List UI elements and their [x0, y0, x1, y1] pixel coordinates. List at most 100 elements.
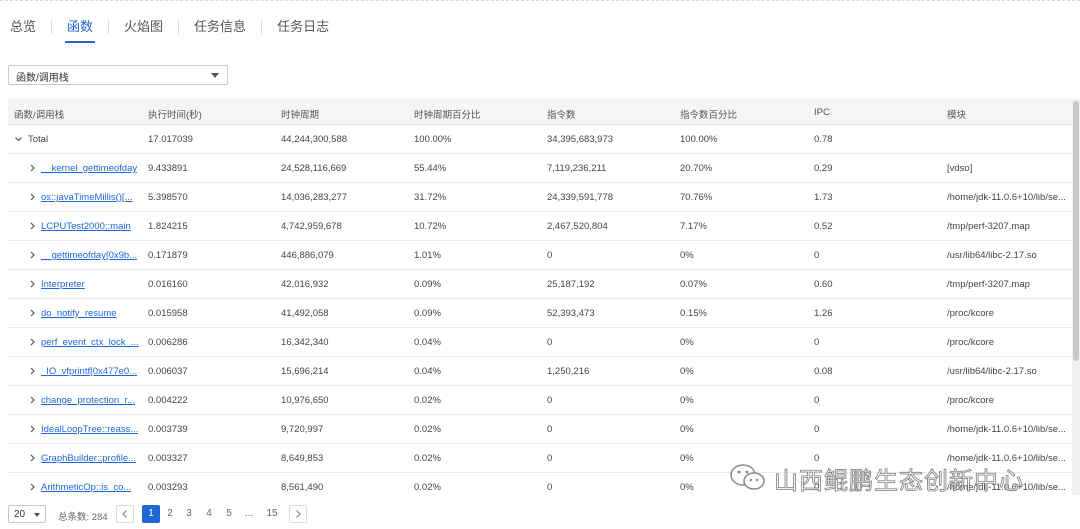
- cell-instructions: 52,393,473: [547, 308, 595, 319]
- cell-function[interactable]: perf_event_ctx_lock_...: [41, 337, 139, 348]
- tab-task-info[interactable]: 任务信息: [192, 17, 248, 41]
- expand-chevron-icon[interactable]: [28, 191, 38, 203]
- table-row[interactable]: perf_event_ctx_lock_... 0.006286 16,342,34…: [8, 328, 1072, 357]
- chevron-right-icon: [296, 510, 301, 518]
- col-header-ipc[interactable]: IPC: [814, 107, 830, 118]
- col-header-cycles-pct[interactable]: 时钟周期百分比: [414, 107, 481, 121]
- page-size-select[interactable]: 20: [8, 505, 46, 523]
- cell-module: /home/jdk-11.0.6+10/lib/se...: [947, 424, 1066, 435]
- expand-chevron-icon[interactable]: [28, 394, 38, 406]
- tab-overview[interactable]: 总览: [8, 17, 38, 41]
- cell-function[interactable]: os::javaTimeMillis()[...: [41, 192, 133, 203]
- cell-module: /proc/kcore: [947, 337, 994, 348]
- table-row-total[interactable]: Total 17.017039 44,244,300,588 100.00% 3…: [8, 125, 1072, 154]
- cell-function[interactable]: ArithmeticOp::is_co...: [41, 482, 131, 493]
- next-page-button[interactable]: [289, 505, 307, 523]
- table-row[interactable]: _IO_vfprintf[0x477e0... 0.006037 15,696,21…: [8, 357, 1072, 386]
- page-ellipsis[interactable]: ...: [240, 505, 258, 523]
- table-row[interactable]: __kernel_gettimeofday 9.433891 24,528,116,…: [8, 154, 1072, 183]
- chevron-down-icon: [34, 513, 40, 517]
- page-1-button[interactable]: 1: [142, 505, 160, 523]
- cell-module: [vdso]: [947, 163, 973, 174]
- cell-instr-pct: 0%: [680, 366, 694, 377]
- function-table: 函数/调用栈 执行时间(秒) 时钟周期 时钟周期百分比 指令数 指令数百分比 I…: [8, 99, 1072, 495]
- view-select[interactable]: 函数/调用栈: [8, 65, 228, 85]
- cell-function[interactable]: __kernel_gettimeofday: [41, 163, 137, 174]
- expand-chevron-icon[interactable]: [28, 423, 38, 435]
- cell-cycles-pct: 1.01%: [414, 250, 441, 261]
- col-header-module[interactable]: 模块: [947, 107, 966, 121]
- cell-exec-time: 1.824215: [148, 221, 188, 232]
- cell-cycles-pct: 0.09%: [414, 279, 441, 290]
- cell-function[interactable]: IdealLoopTree::reass...: [41, 424, 138, 435]
- expand-chevron-icon[interactable]: [28, 452, 38, 464]
- table-row[interactable]: IdealLoopTree::reass... 0.003739 9,720,997…: [8, 415, 1072, 444]
- cell-instr-pct: 0%: [680, 424, 694, 435]
- cell-function[interactable]: __gettimeofday[0x9b...: [41, 250, 137, 261]
- cell-function[interactable]: change_protection_r...: [41, 395, 135, 406]
- view-select-value: 函数/调用栈: [16, 73, 69, 84]
- col-header-instr-pct[interactable]: 指令数百分比: [680, 107, 737, 121]
- expand-chevron-icon[interactable]: [28, 481, 38, 493]
- cell-ipc: 0.78: [814, 134, 833, 145]
- cell-function[interactable]: Interpreter: [41, 279, 85, 290]
- expand-chevron-icon[interactable]: [28, 336, 38, 348]
- cell-function[interactable]: GraphBuilder::profile...: [41, 453, 136, 464]
- scrollbar-thumb[interactable]: [1073, 101, 1079, 361]
- cell-instr-pct: 0.15%: [680, 308, 707, 319]
- cell-exec-time: 0.015958: [148, 308, 188, 319]
- col-header-exec-time[interactable]: 执行时间(秒): [148, 107, 202, 121]
- cell-instr-pct: 100.00%: [680, 134, 718, 145]
- collapse-chevron-icon[interactable]: [14, 133, 24, 145]
- table-row[interactable]: Interpreter 0.016160 42,016,932 0.09% 25,187…: [8, 270, 1072, 299]
- cell-instructions: 0: [547, 250, 553, 261]
- table-row[interactable]: __gettimeofday[0x9b... 0.171879 446,886,07…: [8, 241, 1072, 270]
- cell-cycles-pct: 100.00%: [414, 134, 452, 145]
- expand-chevron-icon[interactable]: [28, 307, 38, 319]
- expand-chevron-icon[interactable]: [28, 278, 38, 290]
- cell-ipc: 0: [814, 424, 820, 435]
- cell-cycles: 8,561,490: [281, 482, 324, 493]
- cell-cycles-pct: 0.02%: [414, 424, 441, 435]
- cell-instr-pct: 70.76%: [680, 192, 713, 203]
- col-header-cycles[interactable]: 时钟周期: [281, 107, 319, 121]
- cell-instr-pct: 0%: [680, 453, 694, 464]
- page-2-button[interactable]: 2: [161, 505, 179, 523]
- cell-ipc: 1.73: [814, 192, 833, 203]
- table-scrollbar[interactable]: [1072, 99, 1080, 495]
- table-row[interactable]: os::javaTimeMillis()[... 5.398570 14,036,2…: [8, 183, 1072, 212]
- chevron-left-icon: [122, 510, 127, 518]
- cell-function[interactable]: _IO_vfprintf[0x477e0...: [41, 366, 137, 377]
- expand-chevron-icon[interactable]: [28, 249, 38, 261]
- table-row[interactable]: do_notify_resume 0.015958 41,492,058 0.09% 5…: [8, 299, 1072, 328]
- cell-instr-pct: 0%: [680, 395, 694, 406]
- page-4-button[interactable]: 4: [200, 505, 218, 523]
- cell-function[interactable]: do_notify_resume: [41, 308, 117, 319]
- prev-page-button[interactable]: [116, 505, 134, 523]
- page-3-button[interactable]: 3: [180, 505, 198, 523]
- col-header-instructions[interactable]: 指令数: [547, 107, 576, 121]
- cell-instr-pct: 0%: [680, 482, 694, 493]
- expand-chevron-icon[interactable]: [28, 220, 38, 232]
- cell-function[interactable]: LCPUTest2000::main: [41, 221, 131, 232]
- cell-ipc: 0.52: [814, 221, 833, 232]
- cell-cycles: 9,720,997: [281, 424, 324, 435]
- page-15-button[interactable]: 15: [263, 505, 281, 523]
- expand-chevron-icon[interactable]: [28, 162, 38, 174]
- cell-cycles-pct: 0.02%: [414, 395, 441, 406]
- tab-divider: [51, 20, 53, 34]
- cell-cycles-pct: 0.04%: [414, 366, 441, 377]
- page-5-button[interactable]: 5: [220, 505, 238, 523]
- cell-exec-time: 0.171879: [148, 250, 188, 261]
- cell-cycles-pct: 10.72%: [414, 221, 447, 232]
- cell-ipc: 1.26: [814, 308, 833, 319]
- tab-functions[interactable]: 函数: [65, 17, 96, 43]
- expand-chevron-icon[interactable]: [28, 365, 38, 377]
- table-row[interactable]: LCPUTest2000::main 1.824215 4,742,959,678 1…: [8, 212, 1072, 241]
- table-row[interactable]: change_protection_r... 0.004222 10,976,650…: [8, 386, 1072, 415]
- cell-module: /tmp/perf-3207.map: [947, 279, 1030, 290]
- pagination: 20 总条数: 284 1 2 3 4 5 ... 15: [8, 505, 1068, 525]
- col-header-function[interactable]: 函数/调用栈: [14, 107, 64, 121]
- tab-task-log[interactable]: 任务日志: [275, 17, 331, 41]
- tab-flame-graph[interactable]: 火焰图: [122, 17, 165, 41]
